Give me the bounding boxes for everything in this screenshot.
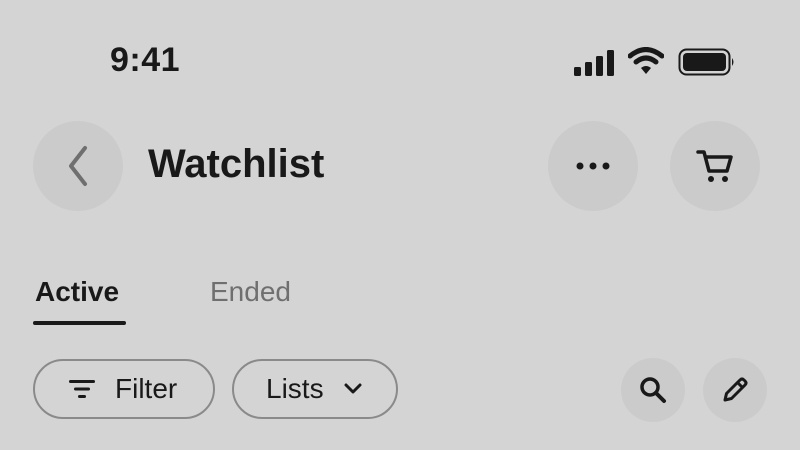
battery-icon — [678, 48, 734, 76]
cart-icon — [696, 150, 733, 182]
tab-ended[interactable]: Ended — [210, 270, 291, 314]
header-bar: Watchlist — [0, 118, 800, 214]
cellular-signal-icon — [574, 50, 614, 76]
wifi-icon — [628, 47, 664, 74]
cart-button[interactable] — [670, 121, 760, 211]
lists-label: Lists — [266, 373, 324, 404]
filter-icon — [69, 380, 95, 398]
filter-toolbar: Filter Lists — [0, 358, 800, 424]
chevron-down-icon — [344, 383, 362, 394]
tab-active[interactable]: Active — [35, 270, 119, 314]
more-options-button[interactable] — [548, 121, 638, 211]
filter-button[interactable]: Filter — [33, 359, 215, 419]
lists-dropdown[interactable]: Lists — [232, 359, 398, 419]
pencil-icon — [723, 377, 748, 402]
search-button[interactable] — [621, 358, 685, 422]
status-bar: 9:41 — [0, 0, 800, 100]
search-icon — [640, 377, 666, 403]
watchlist-tabs: Active Ended — [0, 270, 800, 330]
active-tab-indicator — [33, 321, 126, 325]
page-title: Watchlist — [148, 142, 325, 186]
status-time: 9:41 — [110, 41, 181, 79]
filter-label: Filter — [115, 373, 178, 404]
edit-button[interactable] — [703, 358, 767, 422]
back-button[interactable] — [33, 121, 123, 211]
chevron-left-icon — [69, 146, 87, 186]
more-horizontal-icon — [576, 162, 610, 170]
